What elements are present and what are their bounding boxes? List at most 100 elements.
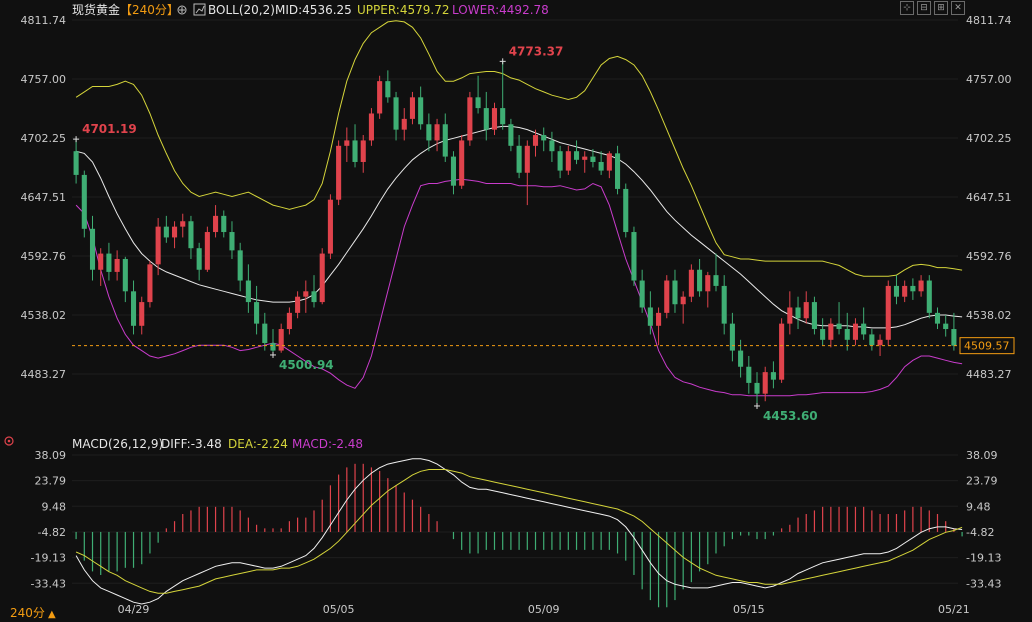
candle-body: [549, 140, 555, 152]
boll-upper-value: UPPER:4579.72: [357, 3, 449, 17]
macd-y-tick-right: 23.79: [966, 475, 998, 488]
indicator-icon[interactable]: [193, 3, 206, 16]
macd-y-tick-right: 38.09: [966, 449, 998, 462]
candle-body: [803, 302, 809, 319]
high-price-label: 4773.37: [509, 44, 564, 58]
candle-body: [557, 151, 563, 171]
boll-mid-value: MID:4536.25: [275, 3, 352, 17]
macd-panel-grid: [72, 454, 958, 584]
candle-body: [73, 151, 79, 175]
candle-body: [89, 228, 96, 270]
candle-body: [385, 81, 391, 98]
candle-body: [647, 307, 653, 326]
candle-body: [442, 124, 448, 157]
candlestick-series: [73, 61, 957, 406]
candle-body: [188, 221, 194, 249]
candle-body: [221, 215, 227, 233]
candle-body: [656, 312, 662, 326]
candle-body: [877, 339, 883, 346]
candle-body: [319, 253, 325, 303]
candle-body: [746, 366, 752, 383]
candle-body: [286, 312, 292, 330]
macd-label[interactable]: MACD(26,12,9): [72, 437, 163, 451]
macd-y-tick-left: 23.79: [35, 475, 67, 488]
candle-body: [475, 97, 481, 109]
candle-body: [664, 280, 670, 313]
low-price-label: 4500.94: [279, 358, 334, 372]
macd-y-tick-left: 9.48: [42, 500, 67, 513]
candle-body: [336, 145, 342, 200]
candle-body: [295, 296, 301, 313]
period-selector[interactable]: 240分: [10, 606, 45, 620]
candle-body: [344, 140, 350, 146]
candle-body: [155, 226, 161, 265]
zoom-out-icon[interactable]: ⊟: [917, 1, 931, 15]
candle-body: [409, 97, 415, 119]
high-price-label: 4701.19: [82, 122, 137, 136]
candle-body: [852, 323, 858, 340]
candle-body: [934, 312, 941, 324]
candle-body: [598, 161, 604, 171]
candle-body: [721, 285, 727, 324]
period-selector-arrow-icon[interactable]: ▲: [48, 609, 56, 620]
candle-body: [418, 97, 424, 125]
candle-body: [229, 232, 235, 251]
candle-body: [541, 135, 547, 141]
close-icon[interactable]: ✕: [951, 1, 965, 15]
zoom-icon[interactable]: [177, 5, 187, 15]
candle-body: [639, 280, 645, 308]
candle-body: [573, 151, 580, 160]
candle-body: [352, 140, 358, 162]
main-y-tick-right: 4811.74: [966, 14, 1012, 27]
candle-body: [245, 280, 251, 303]
main-y-tick-right: 4757.00: [966, 73, 1012, 86]
candle-body: [401, 118, 407, 130]
candle-body: [393, 97, 399, 130]
macd-y-tick-left: -33.43: [31, 577, 66, 590]
candle-body: [130, 291, 137, 326]
candle-body: [81, 174, 87, 229]
period-label[interactable]: 【240分】: [120, 3, 179, 17]
boll-lower-value: LOWER:4492.78: [452, 3, 549, 17]
candle-body: [836, 323, 842, 330]
symbol-name: 现货黄金: [72, 2, 120, 17]
candle-body: [844, 329, 850, 340]
low-price-label: 4453.60: [763, 409, 818, 423]
candle-body: [688, 269, 694, 297]
zoom-in-icon[interactable]: ⊞: [934, 1, 948, 15]
candle-body: [910, 285, 916, 292]
candle-body: [532, 135, 539, 146]
fit-icon[interactable]: ⊹: [900, 1, 914, 15]
macd-y-tick-left: -19.13: [31, 552, 66, 565]
candle-body: [360, 140, 366, 162]
main-panel-grid: [72, 19, 958, 375]
candle-body: [754, 382, 760, 394]
main-y-tick-left: 4647.51: [21, 191, 67, 204]
candle-body: [237, 250, 243, 281]
price-chart[interactable]: 4811.74 4811.74 4757.00 4757.00 4702.25 4702.…: [0, 0, 1032, 622]
x-tick-label: 04/29: [118, 603, 150, 616]
gear-icon[interactable]: [4, 436, 14, 446]
candle-body: [787, 307, 793, 324]
macd-macd-value: MACD:-2.48: [292, 437, 363, 451]
boll-label[interactable]: BOLL(20,2): [208, 3, 275, 17]
candle-body: [204, 232, 210, 270]
candle-body: [770, 372, 776, 380]
candle-body: [582, 156, 588, 160]
candle-body: [738, 350, 744, 367]
candle-body: [762, 372, 768, 394]
main-y-tick-left: 4702.25: [21, 132, 67, 145]
candle-body: [943, 323, 949, 330]
macd-diff-value: DIFF:-3.48: [161, 437, 222, 451]
candle-body: [869, 334, 875, 346]
x-tick-label: 05/15: [733, 603, 765, 616]
candle-body: [795, 307, 801, 319]
candle-body: [303, 291, 309, 297]
candle-body: [680, 296, 686, 305]
candle-body: [713, 275, 719, 286]
candle-body: [278, 329, 284, 351]
candle-body: [467, 97, 473, 141]
candle-body: [368, 113, 374, 141]
x-axis: 04/29 05/05 05/09 05/15 05/21: [118, 603, 970, 616]
candle-body: [213, 215, 219, 233]
